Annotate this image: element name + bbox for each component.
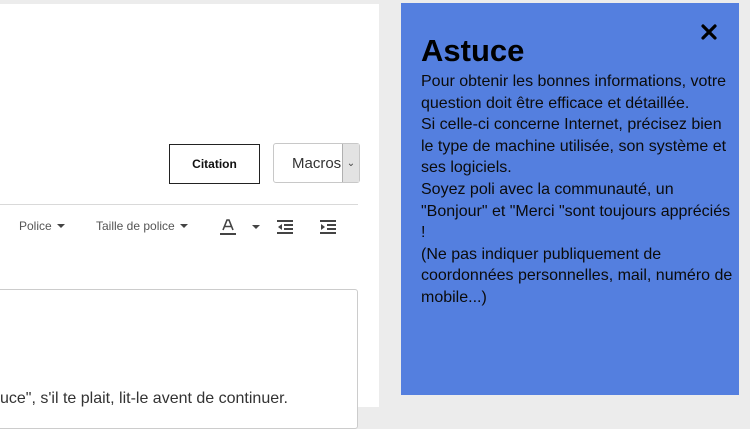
- text-color-caret-icon[interactable]: [252, 225, 260, 229]
- tip-title: Astuce: [421, 33, 525, 68]
- tip-line: Si celle-ci concerne Internet, précisez …: [421, 116, 727, 177]
- indent-icon[interactable]: [320, 220, 338, 234]
- text-color-icon[interactable]: [219, 218, 237, 236]
- tip-body: Pour obtenir les bonnes informations, vo…: [421, 71, 733, 309]
- caret-down-icon: [56, 224, 65, 228]
- editor-content: uce", s'il te plait, lit-le avent de con…: [0, 390, 288, 407]
- citation-button[interactable]: Citation: [169, 144, 260, 184]
- caret-down-icon: [179, 224, 188, 228]
- tip-panel: Astuce Pour obtenir les bonnes informati…: [401, 3, 739, 395]
- message-editor[interactable]: [0, 289, 358, 429]
- font-family-dropdown[interactable]: Police: [19, 219, 65, 233]
- font-size-label: Taille de police: [96, 219, 175, 233]
- font-family-label: Police: [19, 219, 52, 233]
- chevron-down-icon[interactable]: ⌄: [342, 144, 359, 182]
- editor-panel: Citation Macros ⌄ Police Taille de polic…: [0, 0, 379, 429]
- close-icon[interactable]: [698, 21, 720, 43]
- toolbar-divider: [0, 204, 358, 205]
- top-strip: [0, 0, 379, 4]
- tip-line: (Ne pas indiquer publiquement de coordon…: [421, 245, 733, 306]
- tip-line: Pour obtenir les bonnes informations, vo…: [421, 73, 727, 112]
- tip-line: Soyez poli avec la communauté, un "Bonjo…: [421, 180, 731, 242]
- macros-select[interactable]: Macros ⌄: [273, 143, 360, 183]
- macros-label: Macros: [292, 155, 342, 172]
- outdent-icon[interactable]: [277, 220, 295, 234]
- font-size-dropdown[interactable]: Taille de police: [96, 219, 188, 233]
